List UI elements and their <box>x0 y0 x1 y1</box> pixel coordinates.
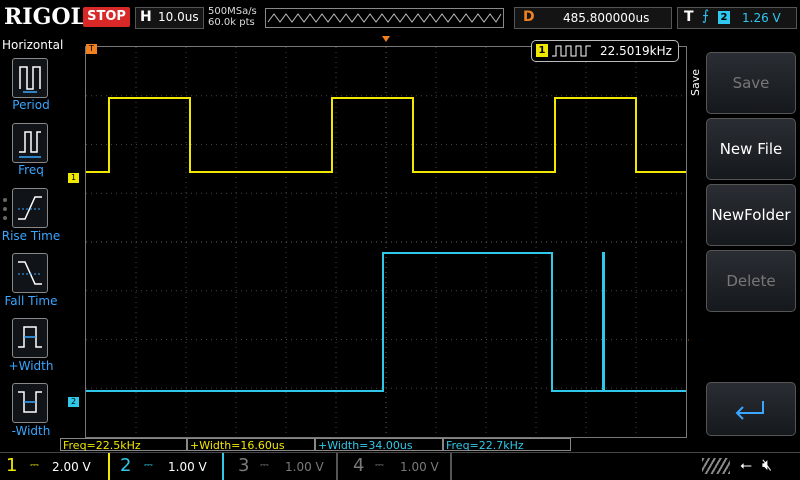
fall-time-button[interactable] <box>12 253 48 293</box>
ch2-coupling-icon: ⎓ <box>144 458 153 471</box>
trigger-key: T <box>684 9 694 25</box>
period-button[interactable] <box>12 58 48 98</box>
fall-time-label: Fall Time <box>4 294 58 308</box>
rise-time-icon <box>18 196 42 220</box>
measurement-4[interactable]: Freq=22.7kHz <box>443 438 571 452</box>
menu-title: Horizontal <box>2 38 64 52</box>
timebase-box[interactable]: H 10.0us <box>135 7 204 29</box>
ch4-scale: 1.00 V <box>400 460 439 474</box>
delay-box[interactable]: D 485.800000us <box>514 7 672 29</box>
counter-value: 22.5019kHz <box>600 44 672 58</box>
ch2-offset-marker[interactable]: 2 <box>68 397 79 407</box>
counter-channel: 1 <box>536 44 548 57</box>
trigger-position-marker <box>382 36 390 42</box>
positive-width-icon <box>18 326 42 348</box>
new-folder-button[interactable]: NewFolder <box>706 184 796 246</box>
negative-width-icon <box>18 391 42 413</box>
period-label: Period <box>12 98 50 112</box>
delay-key: D <box>523 9 535 25</box>
measurement-3[interactable]: +Width=34.00us <box>315 438 443 452</box>
ch3-number: 3 <box>238 455 250 476</box>
timebase-value: 10.0us <box>158 10 199 24</box>
grid-lines <box>86 47 686 437</box>
sample-rate: 500MSa/s <box>208 6 257 17</box>
ch1-number: 1 <box>6 455 18 476</box>
memory-depth: 60.0k pts <box>208 17 255 28</box>
negative-width-button[interactable] <box>12 383 48 423</box>
period-icon <box>19 66 41 93</box>
ch1-coupling-icon: ⎓ <box>30 458 39 471</box>
status-hatch-icon <box>702 458 730 474</box>
ch1-scale: 2.00 V <box>52 460 91 474</box>
memory-waveform-icon <box>267 13 502 23</box>
frequency-counter[interactable]: 1 22.5019kHz <box>531 40 679 62</box>
rising-edge-icon: ⨍ <box>702 8 710 24</box>
ch4-number: 4 <box>353 455 365 476</box>
ch2-scale: 1.00 V <box>168 460 207 474</box>
ch3-coupling-icon: ⎓ <box>260 458 269 471</box>
menu-page-dots <box>3 198 7 225</box>
waveform-display[interactable] <box>85 46 687 438</box>
delete-button[interactable]: Delete <box>706 250 796 312</box>
brand-logo: RIGOL <box>4 4 86 30</box>
ch3-scale: 1.00 V <box>285 460 324 474</box>
freq-label: Freq <box>18 163 44 177</box>
trigger-level: 1.26 V <box>742 11 781 25</box>
freq-button[interactable] <box>12 123 48 163</box>
rise-time-label: Rise Time <box>1 229 61 243</box>
horizontal-key: H <box>140 9 152 25</box>
frequency-icon <box>19 131 41 158</box>
enter-button[interactable] <box>706 382 796 436</box>
return-arrow-icon <box>735 401 764 420</box>
measurement-2[interactable]: +Width=16.60us <box>187 438 315 452</box>
acquisition-info: 500MSa/s 60.0k pts <box>208 6 257 28</box>
waveform-grid <box>86 47 686 437</box>
ch4-coupling-icon: ⎓ <box>375 458 384 471</box>
memory-overview-bar[interactable] <box>265 8 504 28</box>
run-stop-indicator[interactable]: STOP <box>83 7 130 27</box>
menu-tab-save: Save <box>689 68 702 96</box>
trigger-time-marker[interactable]: T <box>86 44 97 54</box>
positive-width-button[interactable] <box>12 318 48 358</box>
positive-width-label: +Width <box>8 359 54 373</box>
delay-value: 485.800000us <box>563 11 650 25</box>
ch2-number: 2 <box>120 455 132 476</box>
ch1-offset-marker[interactable]: 1 <box>68 173 79 183</box>
trigger-channel: 2 <box>718 11 730 24</box>
speaker-muted-icon[interactable]: 🔇︎ <box>762 455 772 475</box>
measurement-1[interactable]: Freq=22.5kHz <box>60 438 187 452</box>
ch1-waveform <box>86 97 686 173</box>
trigger-box[interactable]: T ⨍ 2 1.26 V <box>677 7 797 29</box>
square-wave-icon <box>552 45 591 57</box>
usb-icon: ⭠ <box>740 456 753 474</box>
fall-time-icon <box>18 261 42 285</box>
save-button[interactable]: Save <box>706 52 796 114</box>
negative-width-label: -Width <box>11 424 51 438</box>
new-file-button[interactable]: New File <box>706 118 796 180</box>
rise-time-button[interactable] <box>12 188 48 228</box>
